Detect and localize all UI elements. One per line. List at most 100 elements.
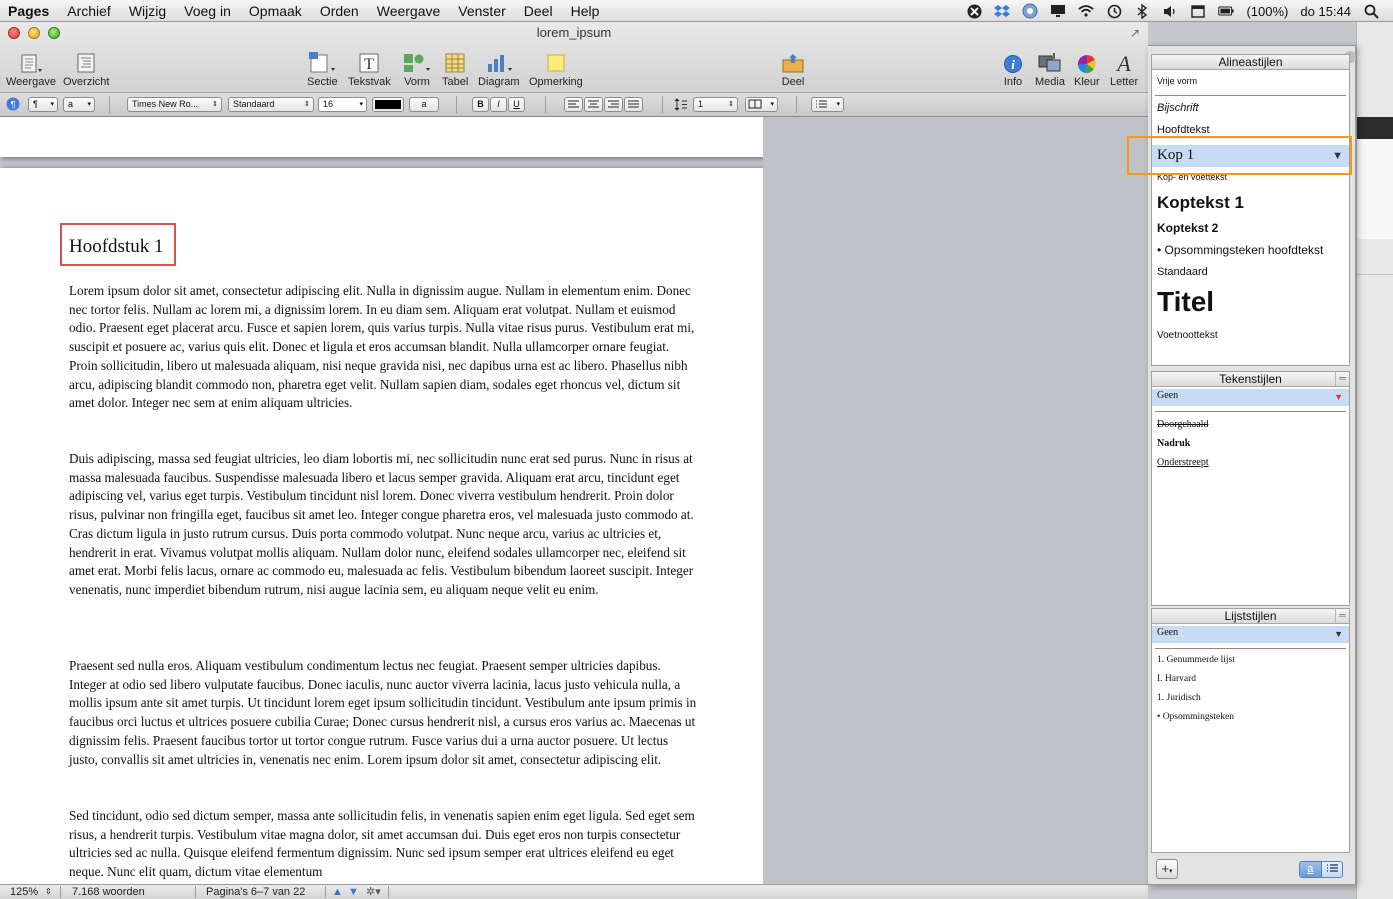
battery-percent: (100%) xyxy=(1246,3,1289,19)
style-standaard[interactable]: Standaard xyxy=(1157,266,1208,278)
list-style-juridisch[interactable]: 1. Juridisch xyxy=(1157,693,1201,703)
align-center-button[interactable] xyxy=(584,97,603,112)
toolbar-weergave-button[interactable]: Weergave xyxy=(6,50,56,88)
bluetooth-icon[interactable] xyxy=(1134,3,1150,19)
char-style-doorgehaald[interactable]: Doorgehaald xyxy=(1157,419,1208,430)
text-color-well[interactable] xyxy=(372,97,404,112)
bold-button[interactable]: B xyxy=(472,97,489,112)
menu-archief[interactable]: Archief xyxy=(58,0,120,22)
battery-icon[interactable] xyxy=(1218,4,1235,18)
panel-collapse-icon[interactable]: ═ xyxy=(1335,609,1349,623)
shape-icon xyxy=(402,50,432,74)
show-list-styles-button[interactable] xyxy=(1320,862,1342,877)
menu-app-pages[interactable]: Pages xyxy=(0,0,58,22)
body-paragraph[interactable]: Praesent sed nulla eros. Aliquam vestibu… xyxy=(69,657,697,769)
zoom-popup[interactable]: 125% xyxy=(10,885,38,899)
previous-page[interactable] xyxy=(0,117,763,157)
char-style-onderstreept[interactable]: Onderstreept xyxy=(1157,457,1209,468)
toolbar-deel-button[interactable]: Deel xyxy=(781,50,805,88)
align-left-button[interactable] xyxy=(564,97,583,112)
show-char-styles-button[interactable]: a xyxy=(1300,862,1321,877)
list-style-opsommingsteken[interactable]: • Opsommingsteken xyxy=(1157,712,1234,722)
document-canvas[interactable]: Hoofdstuk 1 Lorem ipsum dolor sit amet, … xyxy=(0,117,763,884)
menu-deel[interactable]: Deel xyxy=(515,0,562,22)
fullscreen-icon[interactable]: ↗ xyxy=(1130,26,1140,40)
toolbar-tekstvak-button[interactable]: T Tekstvak xyxy=(348,50,391,88)
list-style-geen[interactable]: Geen xyxy=(1157,627,1178,638)
style-koptekst1[interactable]: Koptekst 1 xyxy=(1157,193,1244,213)
volume-icon[interactable] xyxy=(1162,4,1178,18)
toolbar-kleur-button[interactable]: Kleur xyxy=(1074,50,1100,88)
separator xyxy=(545,96,546,113)
menu-voeg-in[interactable]: Voeg in xyxy=(175,0,240,22)
panel-collapse-icon[interactable]: ═ xyxy=(1335,372,1349,386)
underline-button[interactable]: U xyxy=(508,97,525,112)
toolbar-overzicht-button[interactable]: Overzicht xyxy=(63,50,109,88)
typeface-popup[interactable]: Standaard ⇕ xyxy=(228,97,314,112)
sync-icon[interactable] xyxy=(1022,3,1038,19)
style-koptekst2[interactable]: Koptekst 2 xyxy=(1157,221,1218,235)
body-paragraph[interactable]: Lorem ipsum dolor sit amet, consectetur … xyxy=(69,282,697,413)
char-style-popup[interactable]: a ▾ xyxy=(63,97,95,112)
kop1-annotation-highlight xyxy=(1127,136,1352,175)
styles-drawer-toggle-icon[interactable]: ¶ xyxy=(6,97,20,114)
menu-clock[interactable]: do 15:44 xyxy=(1300,4,1351,19)
menu-venster[interactable]: Venster xyxy=(449,0,514,22)
gear-icon[interactable]: ✲▾ xyxy=(366,885,381,899)
menu-wijzig[interactable]: Wijzig xyxy=(120,0,175,22)
toolbar-tabel-button[interactable]: Tabel xyxy=(442,50,468,88)
list-style-geen-selected-row[interactable]: Geen ▼ xyxy=(1152,626,1349,643)
format-bar: ¶ ¶ ▾ a ▾ Times New Ro... ⇕ Standaard ⇕ 16 ▾ … xyxy=(0,92,1148,116)
line-spacing-stepper[interactable]: 1 ⇕ xyxy=(693,97,738,112)
paragraph-style-popup[interactable]: ¶ ▾ xyxy=(28,97,58,112)
chapter-heading[interactable]: Hoofdstuk 1 xyxy=(69,236,163,258)
style-voetnoottekst[interactable]: Voetnoottekst xyxy=(1157,330,1218,341)
list-style-harvard[interactable]: I. Harvard xyxy=(1157,674,1196,684)
add-style-button[interactable]: +▾ xyxy=(1156,859,1178,879)
style-hoofdtekst[interactable]: Hoofdtekst xyxy=(1157,124,1210,136)
char-style-nadruk[interactable]: Nadruk xyxy=(1157,438,1190,449)
body-paragraph[interactable]: Sed tincidunt, odio sed dictum semper, m… xyxy=(69,807,697,882)
calendar-icon[interactable] xyxy=(1190,4,1206,18)
toolbar-sectie-button[interactable]: Sectie xyxy=(307,50,338,88)
style-options-triangle-icon[interactable]: ▼ xyxy=(1334,392,1343,402)
xmarks-icon[interactable] xyxy=(966,4,982,18)
spotlight-search-icon[interactable] xyxy=(1363,4,1379,19)
font-family-popup[interactable]: Times New Ro... ⇕ xyxy=(127,97,222,112)
style-bijschrift[interactable]: Bijschrift xyxy=(1157,102,1199,114)
align-right-button[interactable] xyxy=(604,97,623,112)
text-background-well[interactable]: a xyxy=(409,97,439,112)
next-page-icon[interactable]: ▼ xyxy=(348,885,359,899)
menu-orden[interactable]: Orden xyxy=(311,0,368,22)
style-titel[interactable]: Titel xyxy=(1157,286,1214,318)
dropbox-icon[interactable] xyxy=(994,4,1011,18)
zoom-stepper-icon[interactable]: ⇕ xyxy=(45,885,52,899)
separator xyxy=(1155,648,1346,649)
toolbar-diagram-button[interactable]: Diagram xyxy=(478,50,520,88)
document-page[interactable]: Hoofdstuk 1 Lorem ipsum dolor sit amet, … xyxy=(0,168,763,884)
menu-weergave[interactable]: Weergave xyxy=(368,0,450,22)
previous-page-icon[interactable]: ▲ xyxy=(332,885,343,899)
display-icon[interactable] xyxy=(1050,4,1066,18)
style-options-triangle-icon[interactable]: ▼ xyxy=(1334,629,1343,639)
style-opsommingsteken[interactable]: • Opsommingsteken hoofdtekst xyxy=(1157,243,1323,257)
toolbar-info-button[interactable]: i Info xyxy=(1003,50,1023,88)
wifi-icon[interactable] xyxy=(1078,4,1095,18)
menu-opmaak[interactable]: Opmaak xyxy=(240,0,311,22)
toolbar-opmerking-button[interactable]: Opmerking xyxy=(529,50,583,88)
char-style-geen[interactable]: Geen xyxy=(1157,390,1178,401)
italic-button[interactable]: I xyxy=(490,97,507,112)
list-style-genummerd[interactable]: 1. Genummerde lijst xyxy=(1157,655,1235,665)
char-style-geen-selected-row[interactable]: Geen ▼ xyxy=(1152,389,1349,406)
align-justify-button[interactable] xyxy=(624,97,643,112)
toolbar-letter-button[interactable]: A Letter xyxy=(1110,50,1138,88)
menu-help[interactable]: Help xyxy=(562,0,609,22)
list-popup[interactable]: ▾ xyxy=(811,97,844,112)
time-machine-icon[interactable] xyxy=(1106,4,1122,18)
toolbar-media-button[interactable]: Media xyxy=(1035,50,1065,88)
columns-popup[interactable]: ▾ xyxy=(745,97,778,112)
body-paragraph[interactable]: Duis adipiscing, massa sed feugiat ultri… xyxy=(69,450,697,600)
style-vrije-vorm[interactable]: Vrije vorm xyxy=(1157,76,1197,86)
toolbar-vorm-button[interactable]: Vorm xyxy=(402,50,432,88)
font-size-combo[interactable]: 16 ▾ xyxy=(318,97,367,112)
